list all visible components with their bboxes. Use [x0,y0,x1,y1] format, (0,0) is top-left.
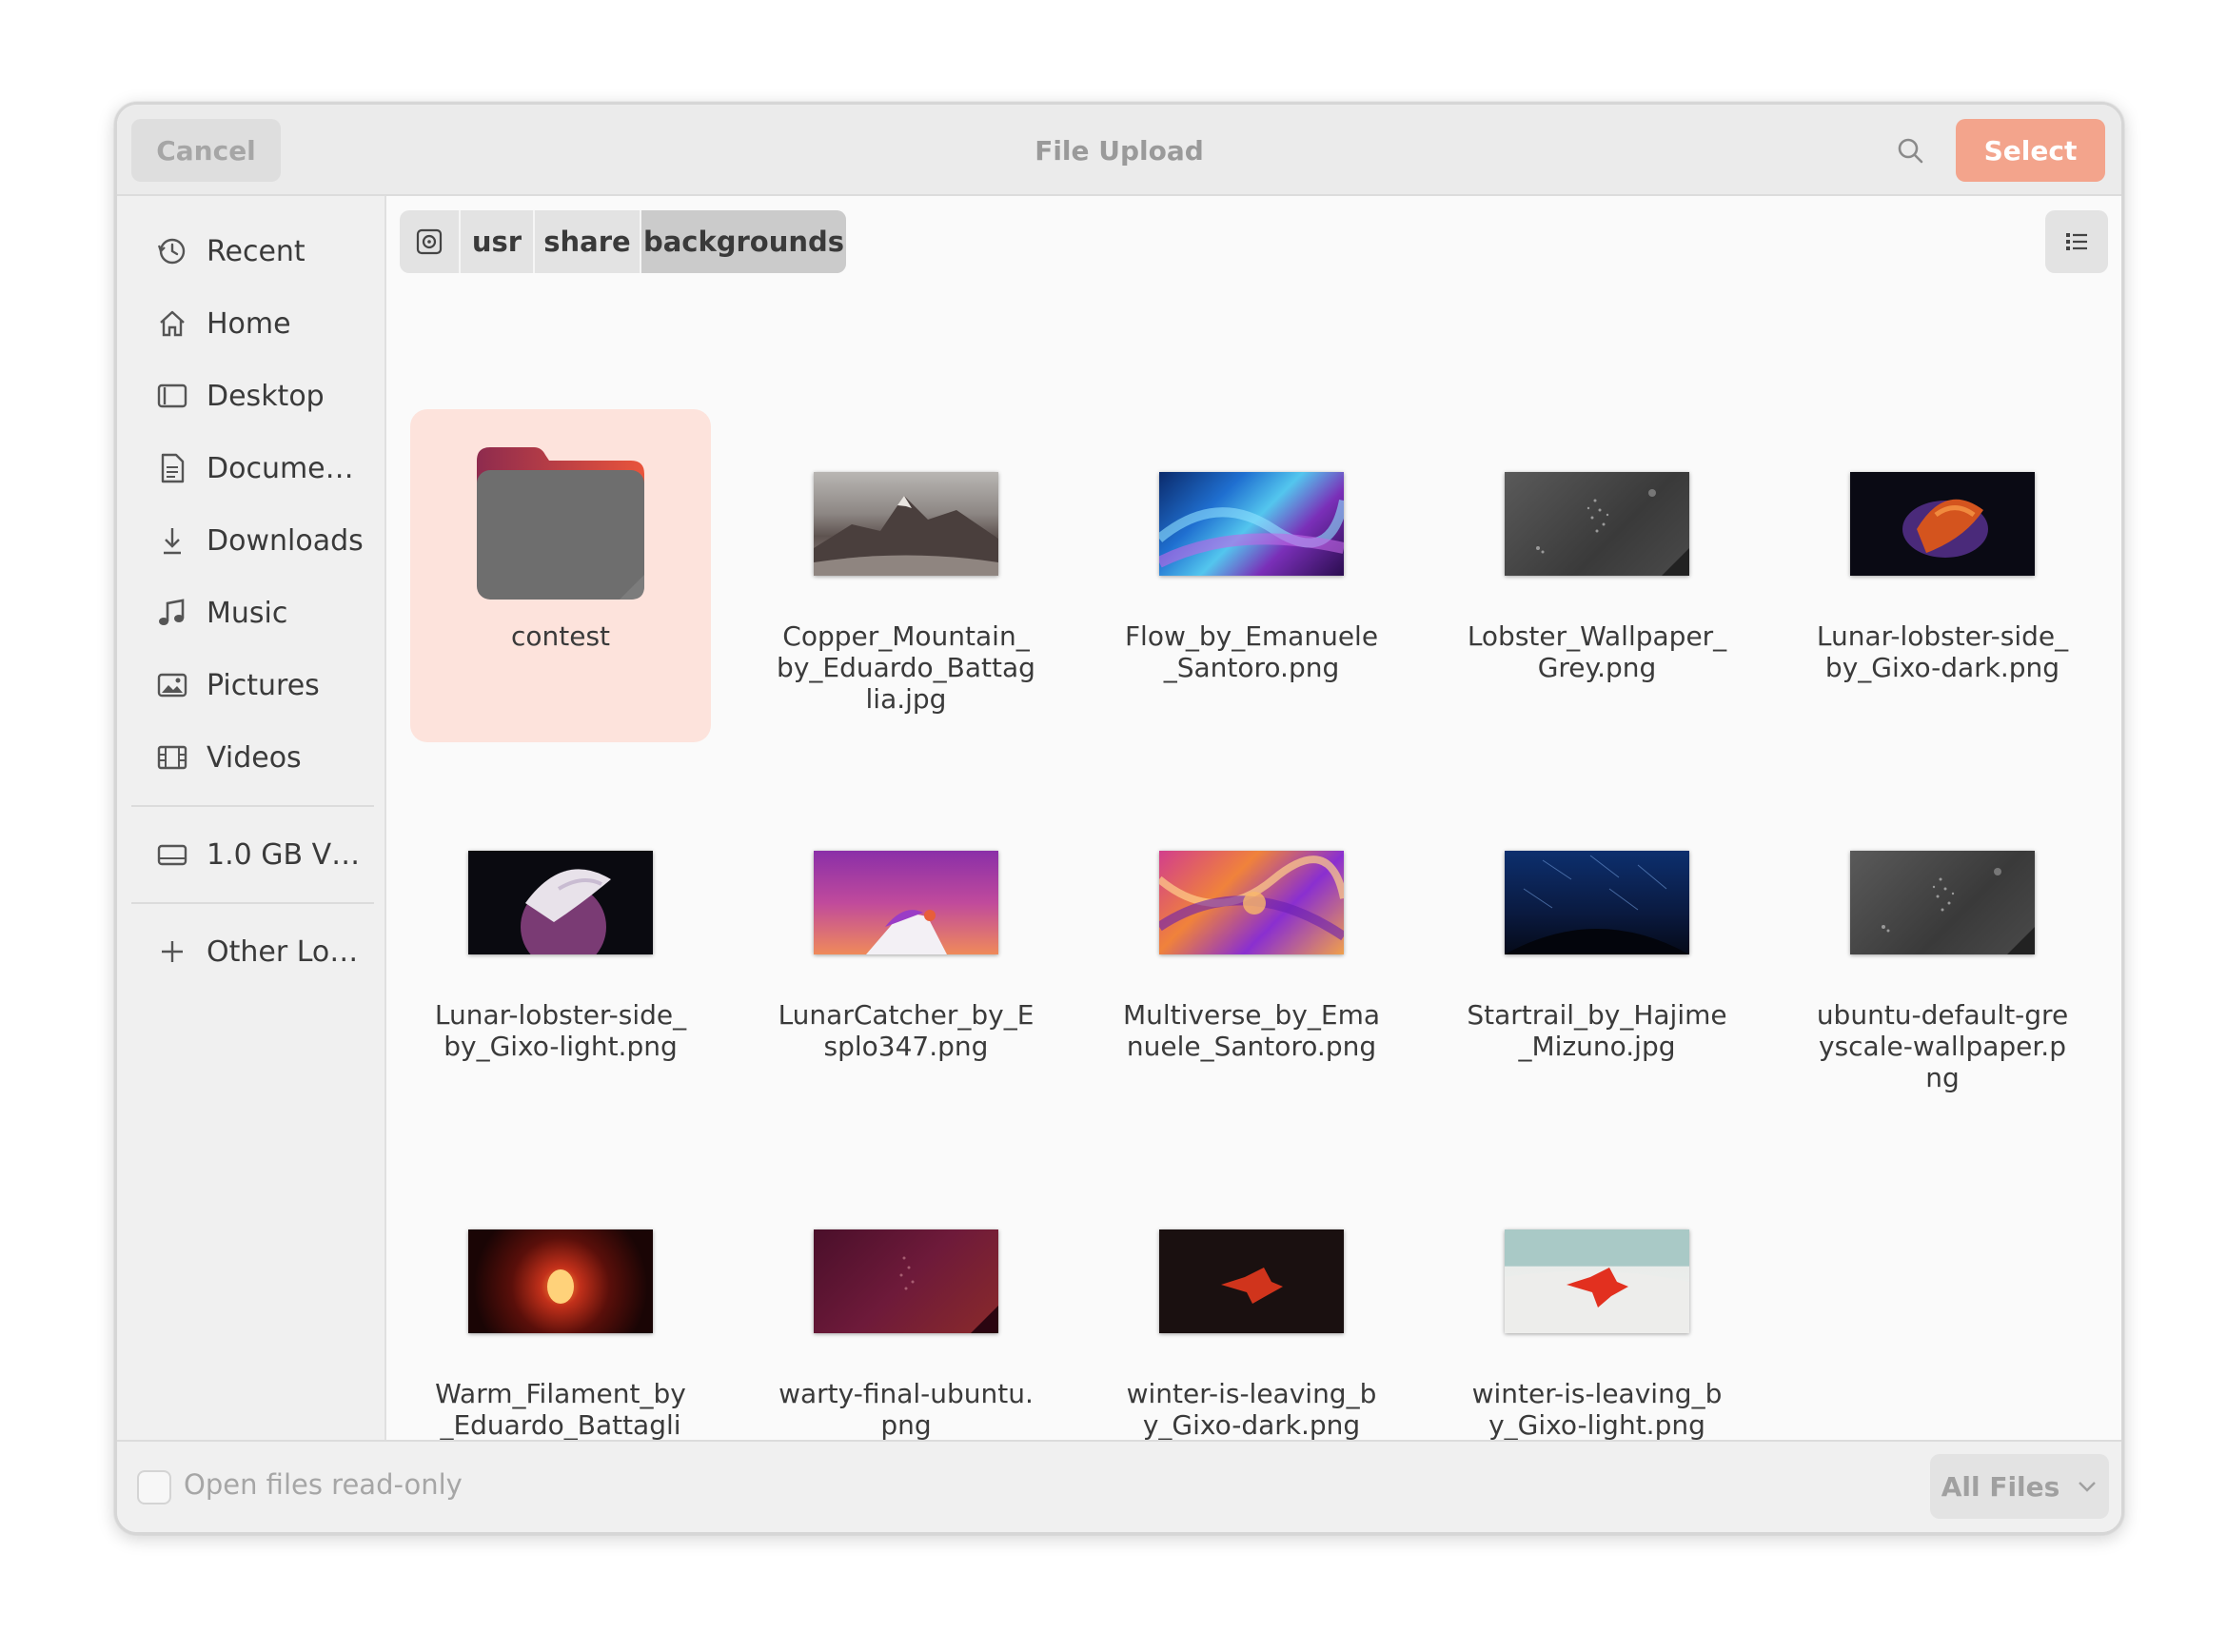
folder-icon [477,447,644,600]
sidebar-item-pictures[interactable]: Pictures [131,655,374,716]
image-thumbnail [1505,472,1689,576]
file-item[interactable]: contest [410,409,711,742]
file-name: Lunar-lobster-side_by_Gixo-light.png [434,999,687,1062]
file-name: Lunar-lobster-side_by_Gixo-dark.png [1816,620,2069,683]
sidebar-item-label: Pictures [207,668,320,702]
sidebar-item-label: Other Lo… [207,934,359,969]
sidebar-item-recent[interactable]: Recent [131,221,374,282]
image-thumbnail [814,851,998,954]
document-icon [155,451,189,485]
select-button[interactable]: Select [1956,119,2105,182]
sidebar-item-label: Docume… [207,451,354,485]
download-icon [155,523,189,558]
clock-icon [155,234,189,268]
header-bar: Cancel File Upload Select [117,105,2121,196]
image-thumbnail [1505,851,1689,954]
image-thumbnail [468,851,653,954]
file-item[interactable]: Lobster_Wallpaper_Grey.png [1447,409,1747,742]
places-sidebar: Recent Home Desktop Docume… Downloads Mu… [117,196,386,1440]
file-upload-dialog: Cancel File Upload Select Recent Home De… [114,102,2124,1535]
sidebar-item-home[interactable]: Home [131,293,374,354]
read-only-label[interactable]: Open files read-only [184,1468,463,1501]
file-name: Multiverse_by_Emanuele_Santoro.png [1122,999,1381,1062]
image-thumbnail [468,1229,653,1333]
home-icon [155,306,189,341]
sidebar-item-label: Desktop [207,379,325,413]
file-item[interactable]: LunarCatcher_by_Esplo347.png [756,788,1056,1121]
sidebar-item-volume[interactable]: 1.0 GB V… [131,824,374,885]
sidebar-item-label: Recent [207,234,305,268]
sidebar-divider [131,902,374,904]
dialog-footer: Open files read-only All Files [117,1440,2121,1532]
file-grid: contest Copper_Mountain_by_Eduardo_Batta… [386,295,2121,1472]
image-thumbnail [1159,1229,1344,1333]
dialog-title: File Upload [1035,134,1204,167]
cancel-button[interactable]: Cancel [131,119,281,182]
file-item[interactable]: ubuntu-default-greyscale-wallpaper.png [1792,788,2093,1121]
file-name: contest [510,620,611,652]
file-name: ubuntu-default-greyscale-wallpaper.png [1816,999,2069,1093]
image-thumbnail [1850,472,2035,576]
sidebar-item-downloads[interactable]: Downloads [131,510,374,571]
file-name: winter-is-leaving_by_Gixo-light.png [1471,1378,1723,1441]
file-item[interactable]: Startrail_by_Hajime_Mizuno.jpg [1447,788,1747,1121]
list-view-icon [2066,233,2087,250]
chevron-down-icon [2077,1480,2098,1493]
file-name: warty-final-ubuntu.png [778,1378,1034,1441]
file-name: LunarCatcher_by_Esplo347.png [778,999,1035,1062]
sidebar-item-label: Music [207,596,288,630]
path-bar: usr share backgrounds [400,210,846,273]
disk-icon [416,228,443,255]
file-name: Lobster_Wallpaper_Grey.png [1467,620,1727,683]
file-item[interactable]: Multiverse_by_Emanuele_Santoro.png [1101,788,1402,1121]
file-item[interactable]: Copper_Mountain_by_Eduardo_Battaglia.jpg [756,409,1056,742]
image-thumbnail [1850,851,2035,954]
video-icon [155,740,189,775]
file-item[interactable]: Flow_by_Emanuele_Santoro.png [1101,409,1402,742]
file-item[interactable]: Lunar-lobster-side_by_Gixo-light.png [410,788,711,1121]
file-name: winter-is-leaving_by_Gixo-dark.png [1126,1378,1377,1441]
path-root-button[interactable] [400,210,461,273]
sidebar-item-label: Videos [207,740,302,775]
path-crumb-share[interactable]: share [535,210,641,273]
image-thumbnail [814,472,998,576]
list-view-button[interactable] [2045,210,2108,273]
file-type-filter[interactable]: All Files [1930,1454,2109,1519]
sidebar-item-documents[interactable]: Docume… [131,438,374,499]
read-only-checkbox[interactable] [137,1470,171,1504]
file-name: Startrail_by_Hajime_Mizuno.jpg [1467,999,1727,1062]
sidebar-item-other-locations[interactable]: Other Lo… [131,921,374,982]
file-name: Copper_Mountain_by_Eduardo_Battaglia.jpg [777,620,1035,715]
sidebar-item-videos[interactable]: Videos [131,727,374,788]
path-crumb-usr[interactable]: usr [461,210,535,273]
search-button[interactable] [1887,128,1933,173]
file-item[interactable]: Lunar-lobster-side_by_Gixo-dark.png [1792,409,2093,742]
pictures-icon [155,668,189,702]
sidebar-item-music[interactable]: Music [131,582,374,643]
image-thumbnail [1159,472,1344,576]
plus-icon [155,934,189,969]
image-thumbnail [1159,851,1344,954]
desktop-icon [155,379,189,413]
music-icon [155,596,189,630]
image-thumbnail [814,1229,998,1333]
file-name: Flow_by_Emanuele_Santoro.png [1124,620,1379,683]
path-crumb-backgrounds[interactable]: backgrounds [641,210,846,273]
filter-label: All Files [1941,1470,2060,1503]
sidebar-item-label: 1.0 GB V… [207,837,361,872]
search-icon [1898,138,1923,164]
drive-icon [155,837,189,872]
image-thumbnail [1505,1229,1689,1333]
sidebar-divider [131,805,374,807]
sidebar-item-label: Home [207,306,291,341]
sidebar-item-label: Downloads [207,523,364,558]
sidebar-item-desktop[interactable]: Desktop [131,365,374,426]
